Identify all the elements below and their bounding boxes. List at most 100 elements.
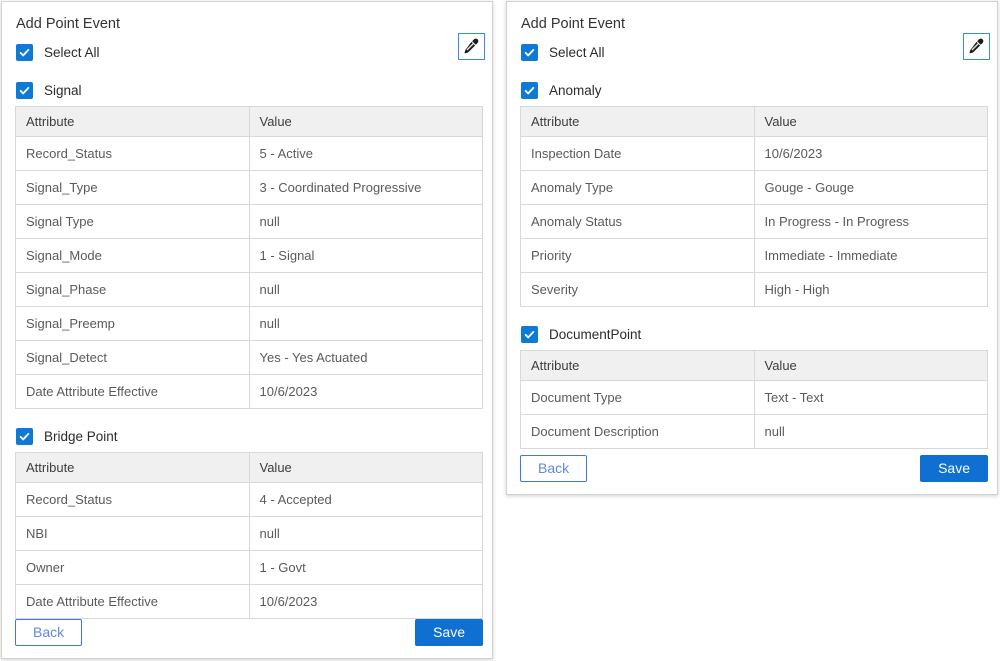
attribute-cell: Owner	[16, 551, 250, 585]
back-button[interactable]: Back	[520, 455, 587, 482]
eyedropper-button[interactable]	[963, 33, 990, 60]
attribute-cell: NBI	[16, 517, 250, 551]
save-button[interactable]: Save	[415, 619, 483, 646]
attribute-cell: Signal_Detect	[16, 341, 250, 375]
table-row: Owner 1 - Govt	[16, 551, 483, 585]
back-button[interactable]: Back	[15, 619, 82, 646]
anomaly-table: Attribute Value Inspection Date 10/6/202…	[520, 106, 988, 307]
table-row: Signal Type null	[16, 205, 483, 239]
table-header-row: Attribute Value	[16, 453, 483, 483]
bridge-point-section-label: Bridge Point	[44, 429, 118, 444]
table-header-row: Attribute Value	[521, 107, 988, 137]
attribute-cell: Anomaly Status	[521, 205, 755, 239]
bridge-point-table: Attribute Value Record_Status 4 - Accept…	[15, 452, 483, 619]
page-title: Add Point Event	[521, 16, 988, 32]
attribute-cell: Inspection Date	[521, 137, 755, 171]
value-column-header: Value	[754, 351, 988, 381]
section-row-signal: Signal	[16, 82, 483, 99]
value-cell: null	[249, 205, 483, 239]
attribute-cell: Anomaly Type	[521, 171, 755, 205]
attribute-column-header: Attribute	[16, 453, 250, 483]
value-cell: null	[754, 415, 988, 449]
eyedropper-icon	[463, 38, 480, 55]
documentpoint-table: Attribute Value Document Type Text - Tex…	[520, 350, 988, 449]
value-cell: Yes - Yes Actuated	[249, 341, 483, 375]
bridge-point-checkbox[interactable]	[16, 428, 33, 445]
value-cell: 10/6/2023	[249, 585, 483, 619]
footer-actions: Back Save	[15, 619, 483, 646]
value-cell: null	[249, 307, 483, 341]
select-all-checkbox[interactable]	[521, 44, 538, 61]
check-icon	[19, 85, 30, 96]
table-row: NBI null	[16, 517, 483, 551]
value-cell: 4 - Accepted	[249, 483, 483, 517]
value-cell: Immediate - Immediate	[754, 239, 988, 273]
value-cell: High - High	[754, 273, 988, 307]
value-cell: 3 - Coordinated Progressive	[249, 171, 483, 205]
save-button[interactable]: Save	[920, 455, 988, 482]
page-title: Add Point Event	[16, 16, 483, 32]
value-cell: 10/6/2023	[754, 137, 988, 171]
section-row-documentpoint: DocumentPoint	[521, 326, 988, 343]
attribute-cell: Record_Status	[16, 137, 250, 171]
attribute-cell: Signal_Phase	[16, 273, 250, 307]
anomaly-checkbox[interactable]	[521, 82, 538, 99]
table-row: Date Attribute Effective 10/6/2023	[16, 585, 483, 619]
table-row: Anomaly Type Gouge - Gouge	[521, 171, 988, 205]
table-row: Document Description null	[521, 415, 988, 449]
attribute-cell: Date Attribute Effective	[16, 375, 250, 409]
add-point-event-panel-left: Add Point Event Select All Signal Attrib…	[1, 1, 493, 659]
attribute-cell: Document Description	[521, 415, 755, 449]
value-cell: 1 - Govt	[249, 551, 483, 585]
value-cell: null	[249, 273, 483, 307]
table-row: Anomaly Status In Progress - In Progress	[521, 205, 988, 239]
table-row: Signal_Detect Yes - Yes Actuated	[16, 341, 483, 375]
eyedropper-button[interactable]	[458, 33, 485, 60]
footer-actions: Back Save	[520, 455, 988, 482]
attribute-cell: Signal_Mode	[16, 239, 250, 273]
select-all-row: Select All	[521, 44, 988, 61]
table-row: Severity High - High	[521, 273, 988, 307]
table-header-row: Attribute Value	[521, 351, 988, 381]
add-point-event-panel-right: Add Point Event Select All Anomaly Attri…	[506, 1, 998, 495]
attribute-cell: Signal_Preemp	[16, 307, 250, 341]
anomaly-section-label: Anomaly	[549, 83, 602, 98]
table-row: Signal_Mode 1 - Signal	[16, 239, 483, 273]
value-column-header: Value	[249, 453, 483, 483]
attribute-cell: Signal Type	[16, 205, 250, 239]
value-cell: 10/6/2023	[249, 375, 483, 409]
select-all-checkbox[interactable]	[16, 44, 33, 61]
check-icon	[524, 329, 535, 340]
section-row-anomaly: Anomaly	[521, 82, 988, 99]
check-icon	[19, 431, 30, 442]
signal-checkbox[interactable]	[16, 82, 33, 99]
attribute-column-header: Attribute	[521, 107, 755, 137]
value-cell: In Progress - In Progress	[754, 205, 988, 239]
attribute-cell: Signal_Type	[16, 171, 250, 205]
select-all-label: Select All	[549, 45, 605, 60]
attribute-column-header: Attribute	[16, 107, 250, 137]
table-row: Priority Immediate - Immediate	[521, 239, 988, 273]
value-cell: Text - Text	[754, 381, 988, 415]
attribute-column-header: Attribute	[521, 351, 755, 381]
value-column-header: Value	[249, 107, 483, 137]
table-row: Signal_Phase null	[16, 273, 483, 307]
signal-section-label: Signal	[44, 83, 82, 98]
attribute-cell: Document Type	[521, 381, 755, 415]
value-cell: 5 - Active	[249, 137, 483, 171]
value-cell: null	[249, 517, 483, 551]
table-row: Record_Status 5 - Active	[16, 137, 483, 171]
documentpoint-checkbox[interactable]	[521, 326, 538, 343]
check-icon	[19, 47, 30, 58]
check-icon	[524, 47, 535, 58]
table-row: Signal_Type 3 - Coordinated Progressive	[16, 171, 483, 205]
select-all-row: Select All	[16, 44, 483, 61]
table-row: Inspection Date 10/6/2023	[521, 137, 988, 171]
signal-table: Attribute Value Record_Status 5 - Active…	[15, 106, 483, 409]
attribute-cell: Severity	[521, 273, 755, 307]
table-row: Document Type Text - Text	[521, 381, 988, 415]
table-header-row: Attribute Value	[16, 107, 483, 137]
attribute-cell: Priority	[521, 239, 755, 273]
table-row: Signal_Preemp null	[16, 307, 483, 341]
value-cell: 1 - Signal	[249, 239, 483, 273]
